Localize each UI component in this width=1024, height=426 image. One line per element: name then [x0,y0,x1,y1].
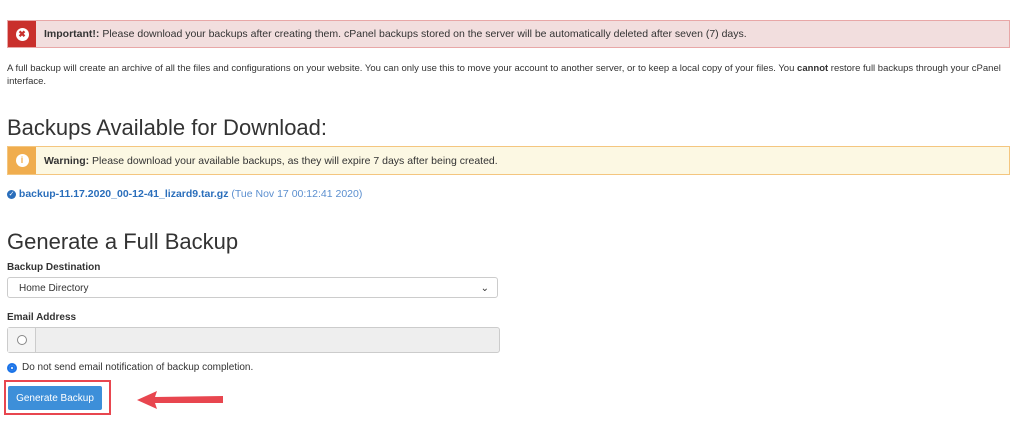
destination-label: Backup Destination [7,262,101,273]
warning-alert: i Warning: Please download your availabl… [7,146,1010,175]
available-heading: Backups Available for Download: [7,115,328,140]
generate-backup-button[interactable]: Generate Backup [8,386,102,410]
backup-file-date: (Tue Nov 17 00:12:41 2020) [231,188,363,200]
chevron-down-icon: ⌄ [480,283,489,294]
email-label: Email Address [7,312,77,323]
no-email-radio[interactable] [7,362,17,373]
important-alert: ✖ Important!: Please download your backu… [7,20,1010,48]
alert-error-icon: ✖ [8,21,36,47]
email-field-group [7,327,500,353]
intro-text: A full backup will create an archive of … [7,63,1001,87]
no-email-option[interactable]: Do not send email notification of backup… [7,362,253,373]
generate-heading: Generate a Full Backup [7,229,239,254]
backup-file-item: ✓ backup-11.17.2020_00-12-41_lizard9.tar… [7,188,362,200]
email-radio[interactable] [16,335,27,345]
email-input[interactable] [36,328,499,352]
backup-file-link[interactable]: backup-11.17.2020_00-12-41_lizard9.tar.g… [19,188,229,200]
destination-select[interactable]: Home Directory ⌄ [7,277,498,298]
info-icon: i [8,147,36,174]
arrow-annotation-icon [137,391,223,409]
check-circle-icon: ✓ [7,189,16,199]
